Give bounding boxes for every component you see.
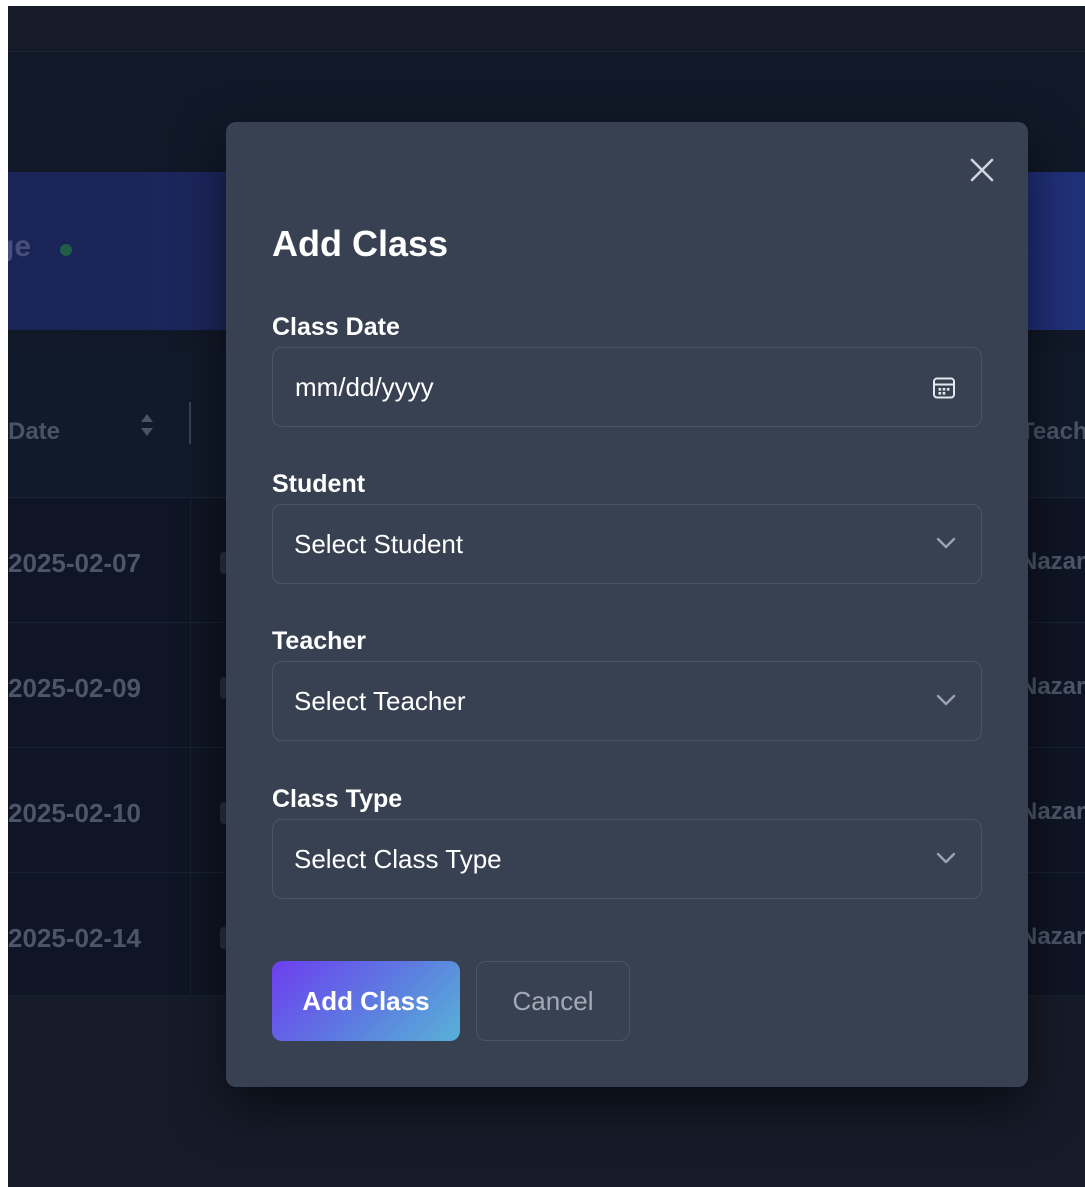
cell-teacher: Nazar — [1020, 548, 1085, 575]
cell-teacher: Nazar — [1020, 923, 1085, 950]
teacher-select-value: Select Teacher — [294, 686, 466, 716]
teacher-select[interactable]: Select Teacher — [272, 661, 982, 741]
student-label: Student — [272, 470, 366, 498]
chevron-down-icon — [936, 537, 956, 549]
top-navbar — [8, 6, 1085, 51]
cell-date: 2025-02-07 — [8, 548, 141, 578]
modal-title: Add Class — [272, 223, 449, 264]
sort-icon[interactable] — [138, 410, 156, 440]
column-header-teacher[interactable]: Teach — [1020, 420, 1085, 444]
class-type-label: Class Type — [272, 785, 403, 813]
teacher-label: Teacher — [272, 627, 367, 655]
column-divider — [189, 402, 191, 444]
chevron-down-icon — [936, 694, 956, 706]
chevron-down-icon — [936, 852, 956, 864]
status-dot — [60, 244, 72, 256]
class-date-label: Class Date — [272, 313, 400, 341]
column-header-date[interactable]: Date — [8, 420, 60, 444]
cell-date: 2025-02-14 — [8, 923, 141, 953]
cell-teacher: Nazar — [1020, 673, 1085, 700]
cell-teacher: Nazar — [1020, 798, 1085, 825]
class-type-select-value: Select Class Type — [294, 844, 502, 874]
cancel-button[interactable]: Cancel — [476, 961, 630, 1041]
calendar-icon[interactable] — [931, 375, 957, 401]
navbar-divider — [8, 51, 1085, 52]
close-icon[interactable] — [964, 152, 1000, 188]
student-select[interactable]: Select Student — [272, 504, 982, 584]
add-class-button[interactable]: Add Class — [272, 961, 460, 1041]
banner-title: ge — [8, 230, 32, 263]
student-select-value: Select Student — [294, 529, 464, 559]
add-class-modal: Add Class Class Date mm/dd/yyyy Student … — [226, 122, 1028, 1087]
cell-date: 2025-02-10 — [8, 798, 141, 828]
class-date-placeholder: mm/dd/yyyy — [295, 372, 434, 402]
class-date-input[interactable]: mm/dd/yyyy — [272, 347, 982, 427]
cell-date: 2025-02-09 — [8, 673, 141, 703]
class-type-select[interactable]: Select Class Type — [272, 819, 982, 899]
